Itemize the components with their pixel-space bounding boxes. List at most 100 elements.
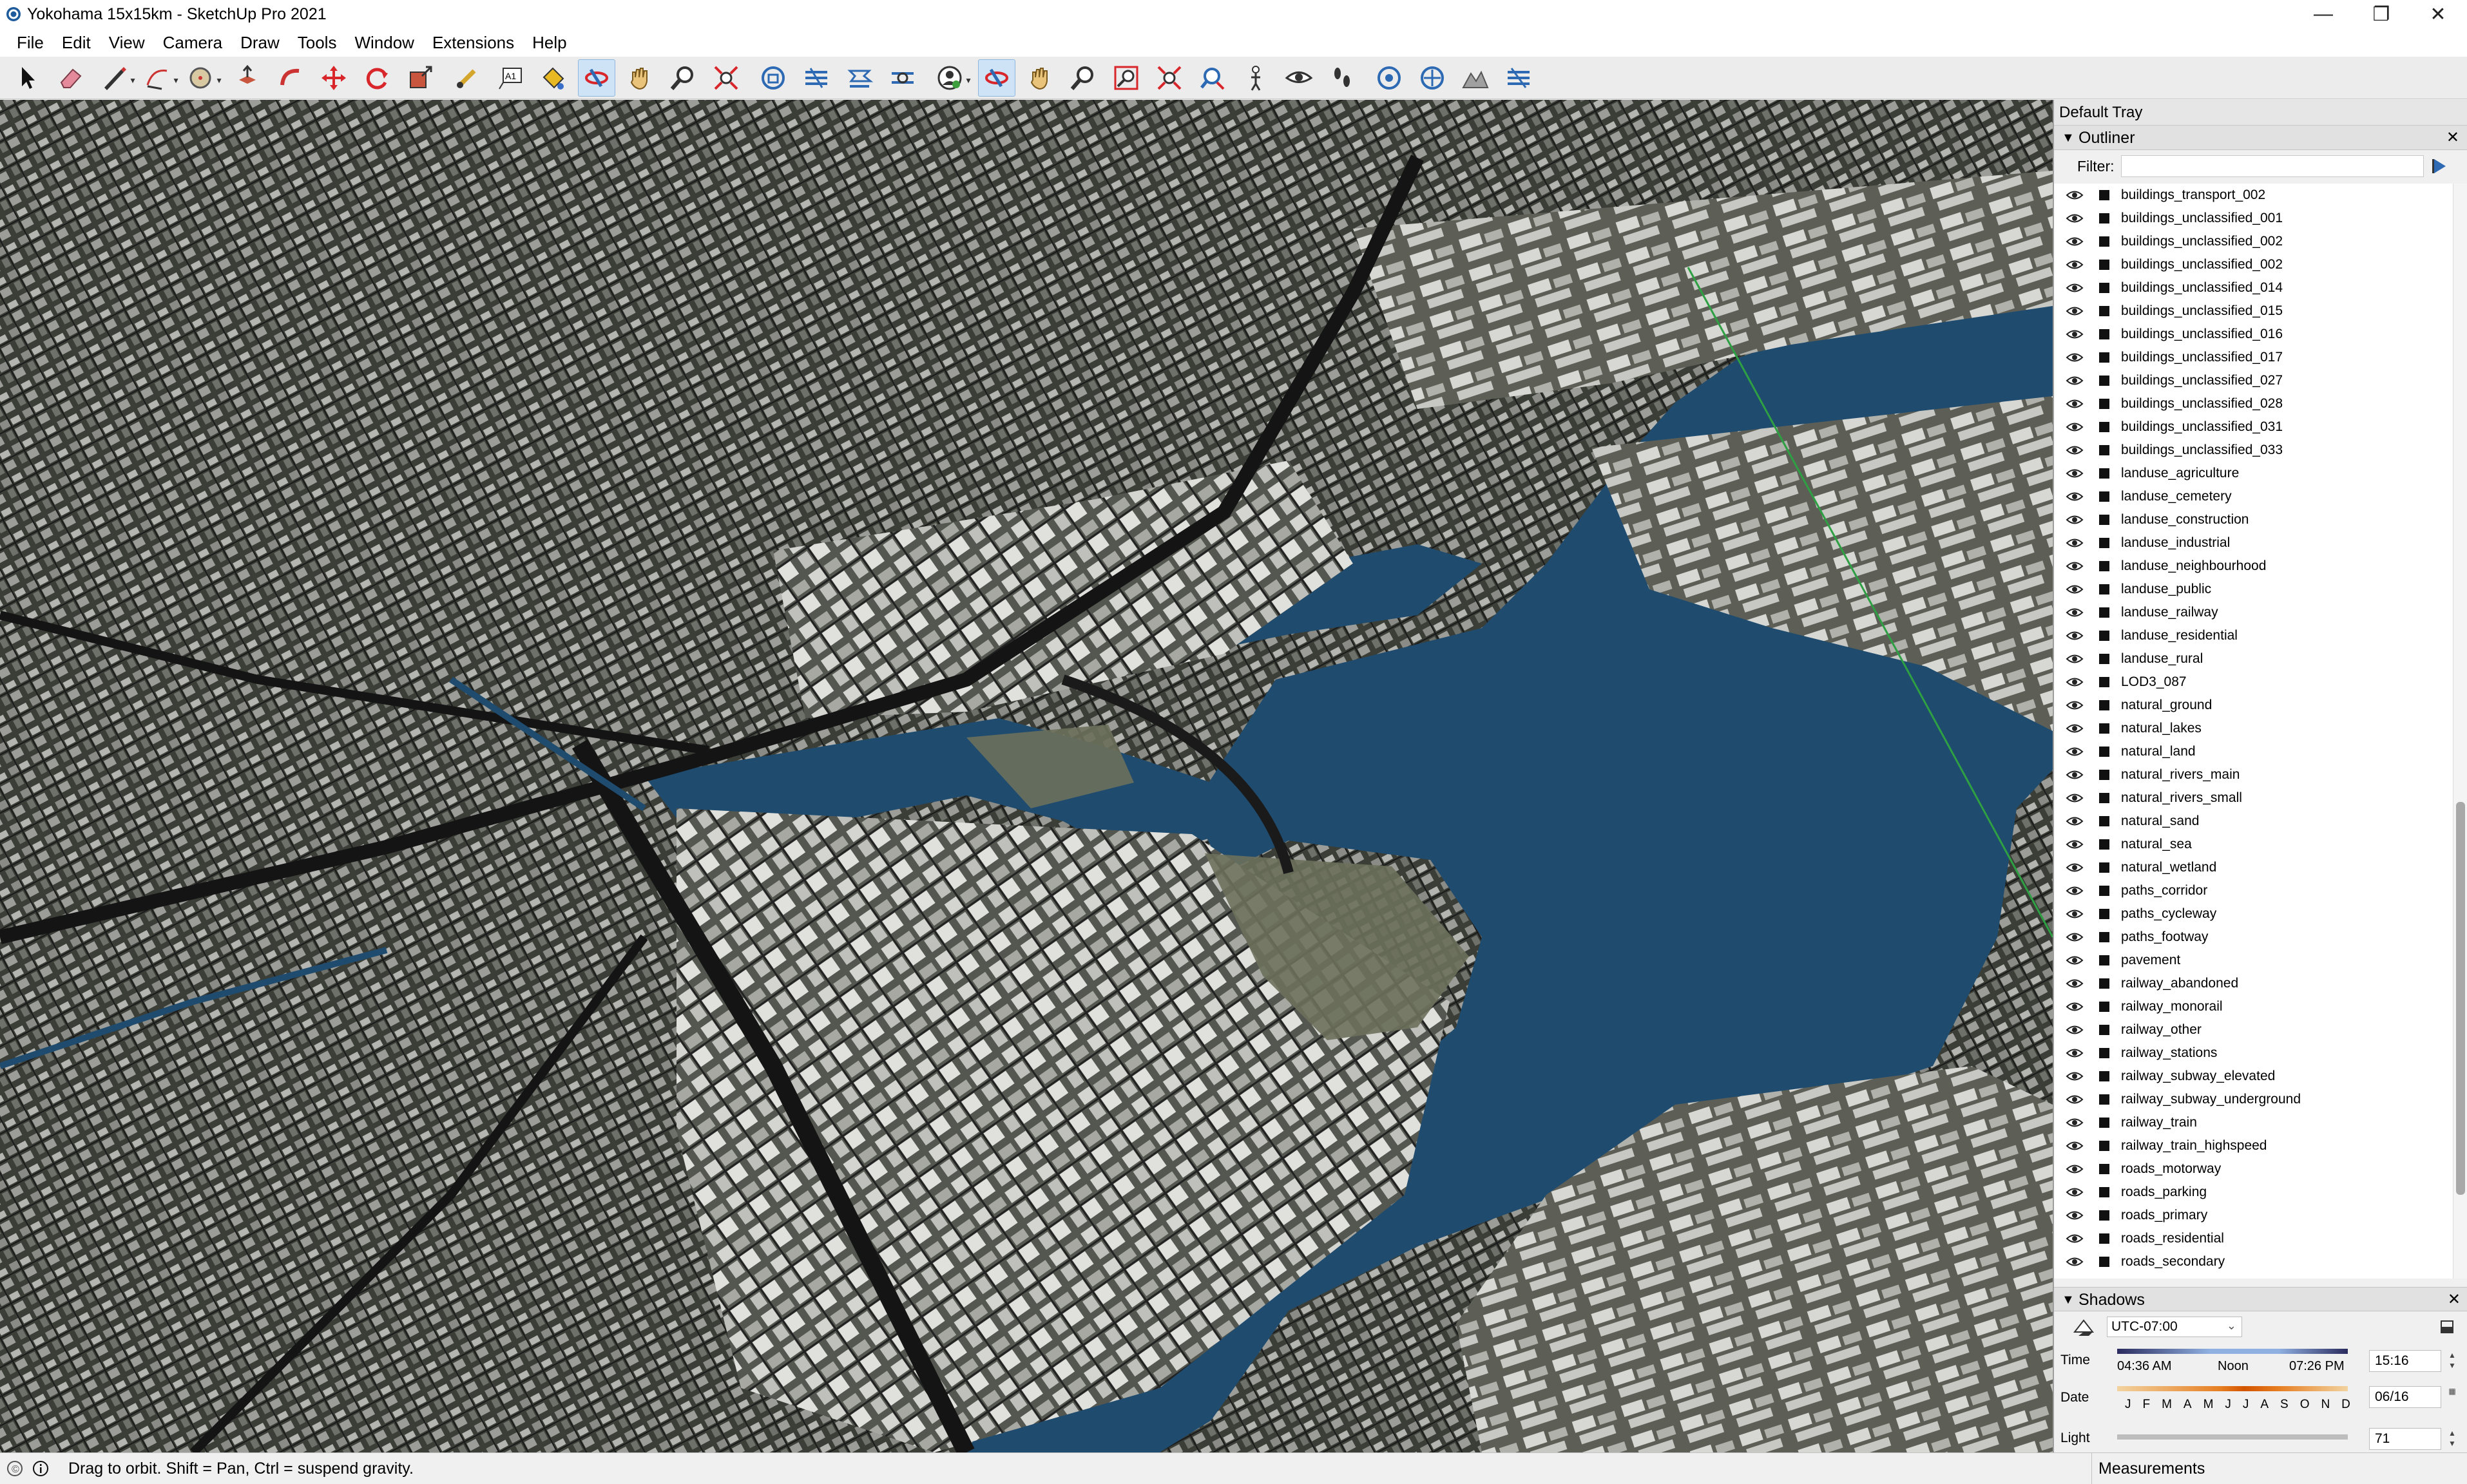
pan-tool-button[interactable] [621, 59, 658, 97]
collapse-triangle-icon[interactable]: ▼ [2062, 126, 2075, 150]
scrollbar-thumb[interactable] [2456, 802, 2465, 1195]
date-field[interactable]: 06/16 [2369, 1386, 2441, 1408]
position-camera-button[interactable] [1237, 59, 1274, 97]
toggle-shadows-icon[interactable] [2072, 1317, 2095, 1337]
circle-tool-button[interactable]: ▼ [182, 59, 223, 97]
close-panel-icon[interactable]: ✕ [2448, 1288, 2461, 1312]
menu-draw[interactable]: Draw [231, 30, 289, 55]
time-field[interactable]: 15:16 [2369, 1350, 2441, 1372]
outliner-options-icon[interactable] [2430, 157, 2450, 176]
light-stepper[interactable]: ▲ ▼ [2445, 1428, 2459, 1450]
visibility-eye-icon[interactable] [2066, 1233, 2085, 1244]
photo-textures-button[interactable] [1500, 59, 1537, 97]
select-tool-button[interactable] [9, 59, 46, 97]
outliner-item[interactable]: railway_other [2054, 1018, 2453, 1042]
visibility-eye-icon[interactable] [2066, 259, 2085, 271]
visibility-eye-icon[interactable] [2066, 1094, 2085, 1105]
outliner-item[interactable]: buildings_unclassified_027 [2054, 369, 2453, 392]
scale-tool-button[interactable] [401, 59, 439, 97]
minimize-button[interactable]: — [2294, 0, 2352, 28]
visibility-eye-icon[interactable] [2066, 723, 2085, 734]
visibility-eye-icon[interactable] [2066, 769, 2085, 781]
eraser-tool-button[interactable] [52, 59, 90, 97]
outliner-item[interactable]: buildings_unclassified_002 [2054, 253, 2453, 276]
outliner-item[interactable]: railway_subway_underground [2054, 1088, 2453, 1111]
menu-tools[interactable]: Tools [289, 30, 346, 55]
look-around-button[interactable] [1280, 59, 1318, 97]
visibility-eye-icon[interactable] [2066, 328, 2085, 340]
arc-tool-button[interactable]: ▼ [139, 59, 180, 97]
outliner-item[interactable]: landuse_residential [2054, 624, 2453, 647]
calendar-icon[interactable]: ▦ [2445, 1386, 2459, 1408]
visibility-eye-icon[interactable] [2066, 305, 2085, 317]
account-button[interactable]: ▼ [931, 59, 972, 97]
display-section-cuts-button[interactable] [841, 59, 878, 97]
menu-view[interactable]: View [100, 30, 154, 55]
geo-location-button[interactable] [1414, 59, 1451, 97]
outliner-item[interactable]: paths_corridor [2054, 879, 2453, 902]
section-plane-tool-button[interactable] [754, 59, 792, 97]
outliner-item[interactable]: landuse_construction [2054, 508, 2453, 531]
previous-view-button[interactable] [1194, 59, 1231, 97]
outliner-item[interactable]: buildings_unclassified_001 [2054, 207, 2453, 230]
menu-file[interactable]: File [8, 30, 53, 55]
outliner-item[interactable]: landuse_industrial [2054, 531, 2453, 555]
visibility-eye-icon[interactable] [2066, 607, 2085, 618]
outliner-item[interactable]: roads_residential [2054, 1227, 2453, 1250]
paint-bucket-tool-button[interactable] [535, 59, 572, 97]
outliner-item[interactable]: railway_stations [2054, 1042, 2453, 1065]
outliner-item[interactable]: pavement [2054, 949, 2453, 972]
visibility-eye-icon[interactable] [2066, 630, 2085, 642]
visibility-eye-icon[interactable] [2066, 584, 2085, 595]
outliner-item[interactable]: buildings_unclassified_017 [2054, 346, 2453, 369]
visibility-eye-icon[interactable] [2066, 792, 2085, 804]
outliner-item[interactable]: landuse_agriculture [2054, 462, 2453, 485]
outliner-item[interactable]: buildings_unclassified_014 [2054, 276, 2453, 300]
outliner-scrollbar[interactable] [2453, 184, 2467, 1279]
measurements-box[interactable]: Measurements [2091, 1453, 2467, 1484]
camera-zoom-button[interactable] [1064, 59, 1102, 97]
expand-panel-icon[interactable] [2439, 1318, 2455, 1335]
zoom-tool-button[interactable] [664, 59, 702, 97]
outliner-item[interactable]: buildings_transport_002 [2054, 184, 2453, 207]
menu-camera[interactable]: Camera [154, 30, 231, 55]
outliner-item[interactable]: buildings_unclassified_033 [2054, 439, 2453, 462]
outliner-item[interactable]: buildings_unclassified_031 [2054, 415, 2453, 439]
visibility-eye-icon[interactable] [2066, 862, 2085, 873]
visibility-eye-icon[interactable] [2066, 282, 2085, 294]
visibility-eye-icon[interactable] [2066, 676, 2085, 688]
close-window-button[interactable]: ✕ [2409, 0, 2467, 28]
visibility-eye-icon[interactable] [2066, 1256, 2085, 1268]
display-section-fill-button[interactable] [884, 59, 921, 97]
visibility-eye-icon[interactable] [2066, 978, 2085, 989]
outliner-item[interactable]: buildings_unclassified_015 [2054, 300, 2453, 323]
outliner-item[interactable]: roads_secondary [2054, 1250, 2453, 1273]
outliner-item[interactable]: landuse_railway [2054, 601, 2453, 624]
camera-pan-button[interactable] [1021, 59, 1059, 97]
visibility-eye-icon[interactable] [2066, 236, 2085, 247]
model-viewport[interactable] [0, 100, 2053, 1452]
maximize-button[interactable]: ❐ [2352, 0, 2410, 28]
outliner-item[interactable]: landuse_rural [2054, 647, 2453, 671]
walk-button[interactable] [1323, 59, 1361, 97]
light-field[interactable]: 71 [2369, 1428, 2441, 1450]
text-tool-button[interactable]: A1 [492, 59, 529, 97]
visibility-eye-icon[interactable] [2066, 514, 2085, 526]
outliner-item[interactable]: railway_abandoned [2054, 972, 2453, 995]
visibility-eye-icon[interactable] [2066, 815, 2085, 827]
zoom-window-button[interactable] [1108, 59, 1145, 97]
time-stepper[interactable]: ▲ ▼ [2445, 1350, 2459, 1372]
outliner-item[interactable]: paths_cycleway [2054, 902, 2453, 926]
visibility-eye-icon[interactable] [2066, 1001, 2085, 1013]
shadows-panel-header[interactable]: ▼ Shadows ✕ [2054, 1287, 2467, 1311]
outliner-item[interactable]: natural_sand [2054, 810, 2453, 833]
outliner-panel-header[interactable]: ▼ Outliner ✕ [2054, 126, 2467, 150]
zoom-extents-tool-button[interactable] [707, 59, 745, 97]
outliner-item[interactable]: buildings_unclassified_002 [2054, 230, 2453, 253]
outliner-item[interactable]: natural_sea [2054, 833, 2453, 856]
outliner-item[interactable]: buildings_unclassified_028 [2054, 392, 2453, 415]
move-tool-button[interactable] [315, 59, 352, 97]
camera-zoom-extents-button[interactable] [1151, 59, 1188, 97]
visibility-eye-icon[interactable] [2066, 1047, 2085, 1059]
visibility-eye-icon[interactable] [2066, 213, 2085, 224]
